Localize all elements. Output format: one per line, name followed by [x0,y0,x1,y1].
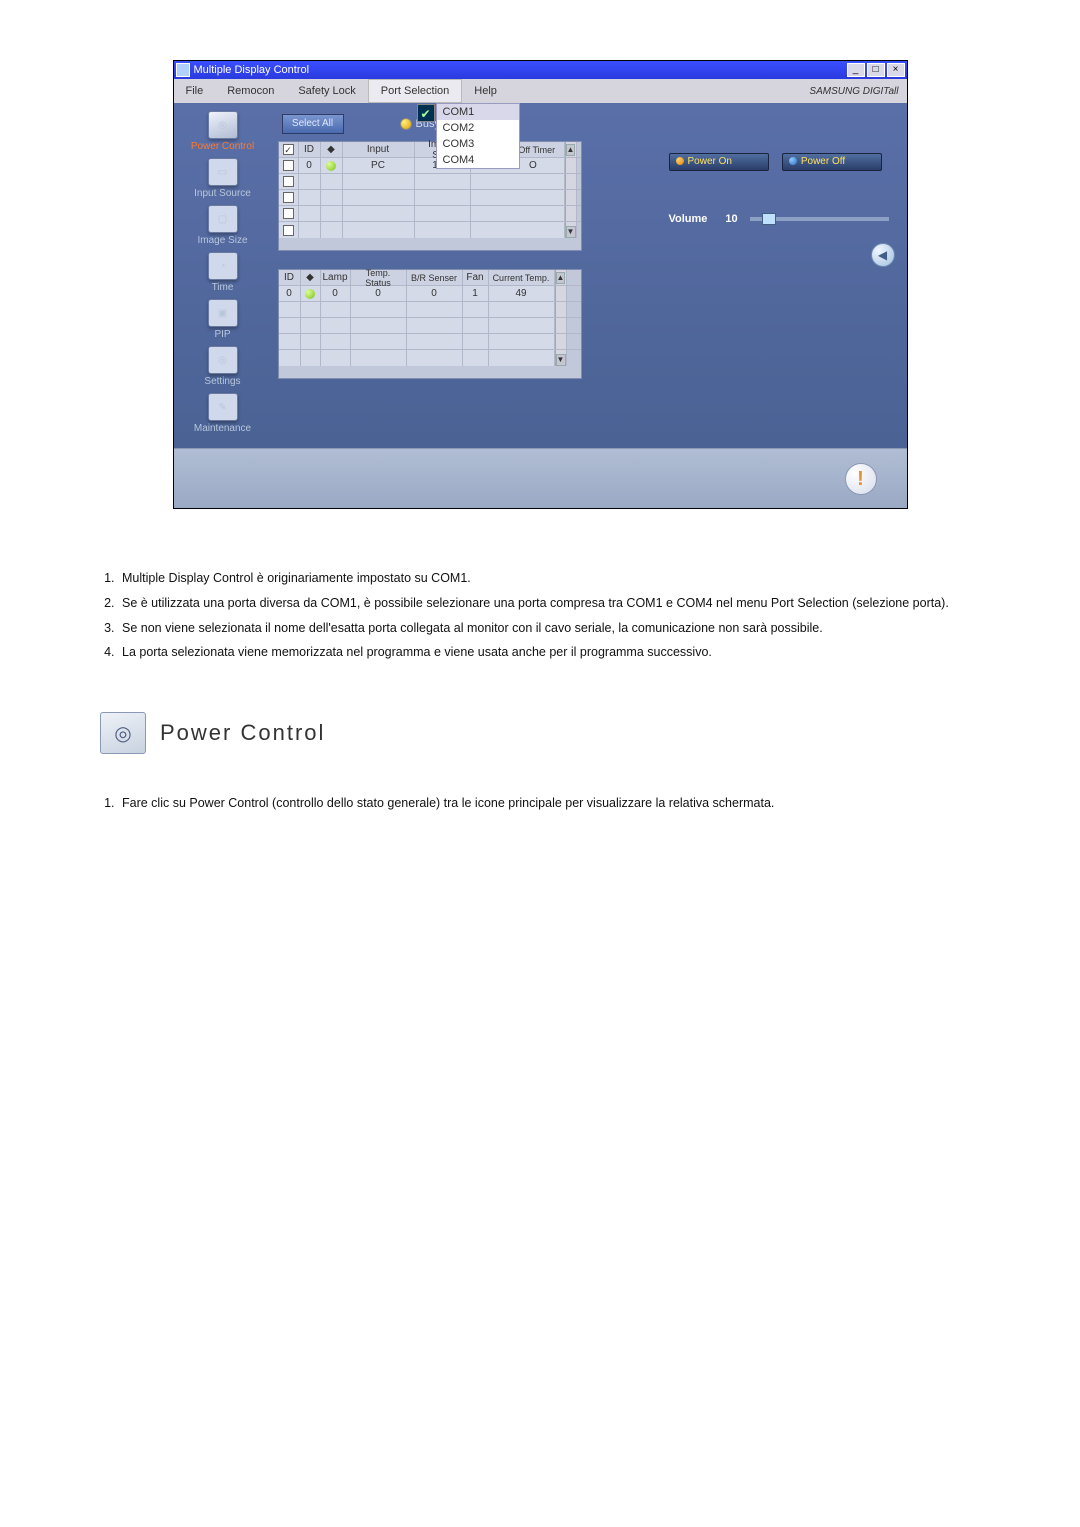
menu-file[interactable]: File [174,79,216,103]
time-icon: ◔ [208,252,238,280]
port-dropdown[interactable]: ✔ COM1 COM2 COM3 COM4 [436,103,520,169]
grid2-row-0[interactable]: 0 0 0 0 1 49 [279,286,581,302]
power-control-section-icon: ◎ [100,712,146,754]
maximize-button[interactable]: □ [867,63,885,77]
close-button[interactable]: × [887,63,905,77]
port-item-com4[interactable]: COM4 [437,152,519,168]
speaker-icon[interactable]: ◀ [871,243,895,267]
status-icon: ◆ [301,270,321,285]
grid1-header: ID ◆ Input Image Size On Timer/Off Timer… [279,142,581,158]
status-dot-icon [326,161,336,171]
sensor-grid: ID ◆ Lamp Temp. Status B/R Senser Fan Cu… [278,269,582,379]
image-size-icon: ▢ [208,205,238,233]
status-icon: ◆ [321,142,343,157]
minimize-button[interactable]: _ [847,63,865,77]
power-off-led-icon [789,157,797,165]
power-on-led-icon [676,157,684,165]
header-checkbox[interactable] [283,144,294,155]
list-item: Fare clic su Power Control (controllo de… [118,794,980,813]
menu-safety-lock[interactable]: Safety Lock [286,79,367,103]
row-checkbox[interactable] [283,160,294,171]
maintenance-icon: ✎ [208,393,238,421]
right-panel: Power On Power Off Volume 10 ◀ [657,103,907,448]
power-off-button[interactable]: Power Off [782,153,882,171]
menu-bar: File Remocon Safety Lock Port Selection … [174,79,907,103]
list-item: La porta selezionata viene memorizzata n… [118,643,980,662]
sidebar-item-power-control[interactable]: ◎ Power Control [174,111,272,152]
volume-label: Volume [669,213,708,225]
select-all-button[interactable]: Select All [282,114,344,134]
menu-help[interactable]: Help [462,79,509,103]
volume-slider[interactable] [750,217,889,221]
sidebar-item-pip[interactable]: ▣ PIP [174,299,272,340]
sidebar-item-time[interactable]: ◔ Time [174,252,272,293]
display-grid: ID ◆ Input Image Size On Timer/Off Timer… [278,141,582,251]
section-title: Power Control [160,720,325,746]
brand-label: SAMSUNG DIGITall [809,86,898,97]
port-item-com2[interactable]: COM2 [437,120,519,136]
app-window: Multiple Display Control _ □ × File Remo… [173,60,908,509]
pip-icon: ▣ [208,299,238,327]
scrollbar[interactable]: ▲ [565,142,577,157]
doc-list-2: Fare clic su Power Control (controllo de… [118,794,980,813]
power-on-button[interactable]: Power On [669,153,769,171]
settings-icon: ◎ [208,346,238,374]
status-footer: ! [174,448,907,508]
sidebar-item-input-source[interactable]: ▭ Input Source [174,158,272,199]
menu-port-selection[interactable]: Port Selection [368,79,462,103]
volume-value: 10 [725,213,737,225]
doc-list-1: Multiple Display Control è originariamen… [118,569,980,662]
app-title: Multiple Display Control [194,64,845,76]
grid2-header: ID ◆ Lamp Temp. Status B/R Senser Fan Cu… [279,270,581,286]
port-item-com1[interactable]: COM1 [437,104,519,120]
status-dot-icon [305,289,315,299]
volume-slider-thumb[interactable] [762,213,776,225]
list-item: Multiple Display Control è originariamen… [118,569,980,588]
busy-led-icon [400,118,412,130]
list-item: Se è utilizzata una porta diversa da COM… [118,594,980,613]
app-icon [176,63,190,77]
sidebar: ◎ Power Control ▭ Input Source ▢ Image S… [174,103,272,448]
scrollbar[interactable]: ▲ [555,270,567,285]
list-item: Se non viene selezionata il nome dell'es… [118,619,980,638]
input-source-icon: ▭ [208,158,238,186]
menu-remocon[interactable]: Remocon [215,79,286,103]
warning-icon: ! [845,463,877,495]
grid1-row-0[interactable]: 0 PC 16:9 OO [279,158,581,174]
title-bar: Multiple Display Control _ □ × [174,61,907,79]
sidebar-item-image-size[interactable]: ▢ Image Size [174,205,272,246]
port-check-icon: ✔ [417,104,435,122]
sidebar-item-settings[interactable]: ◎ Settings [174,346,272,387]
power-control-icon: ◎ [208,111,238,139]
section-header: ◎ Power Control [100,712,980,754]
sidebar-item-maintenance[interactable]: ✎ Maintenance [174,393,272,434]
volume-row: Volume 10 [669,213,895,225]
port-item-com3[interactable]: COM3 [437,136,519,152]
app-body: ◎ Power Control ▭ Input Source ▢ Image S… [174,103,907,448]
